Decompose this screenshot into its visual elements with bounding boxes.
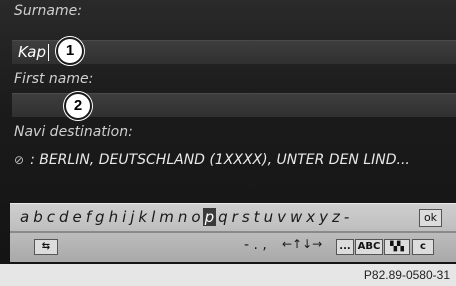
letter-key-k[interactable]: k xyxy=(136,208,149,226)
letter-key-n[interactable]: n xyxy=(176,208,190,226)
letter-key-b[interactable]: b xyxy=(31,208,45,226)
screen: Surname: Kap First name: Navi destinatio… xyxy=(0,0,456,264)
letter-key-u[interactable]: u xyxy=(262,208,276,226)
character-keyboard: abcdefghijklmnopqrstuvwxyz- ok ⇆ - . , ←… xyxy=(10,203,456,262)
keyboard-switch-icon[interactable]: ⇆ xyxy=(34,239,58,255)
letter-key-h[interactable]: h xyxy=(107,208,121,226)
navi-value: : BERLIN, DEUTSCHLAND (1XXXX), UNTER DEN… xyxy=(30,152,410,168)
letter-key-w[interactable]: w xyxy=(288,208,304,226)
letter-key-t[interactable]: t xyxy=(252,208,262,226)
navi-label: Navi destination: xyxy=(14,124,133,140)
numeric-keys-icon[interactable]: ▚▚ xyxy=(384,239,410,255)
text-cursor xyxy=(48,44,49,61)
letter-key-a[interactable]: a xyxy=(18,208,31,226)
ok-button[interactable]: ok xyxy=(419,209,442,227)
letter-key-r[interactable]: r xyxy=(230,208,240,226)
function-row: ⇆ - . , ←↑↓→ ... ABC ▚▚ c xyxy=(10,235,456,259)
punctuation-keys[interactable]: - . , xyxy=(244,237,267,253)
hyphen-key[interactable]: - xyxy=(342,208,351,226)
letter-key-x[interactable]: x xyxy=(304,208,317,226)
callout-1: 1 xyxy=(56,37,84,65)
callout-2: 2 xyxy=(64,92,92,120)
surname-value: Kap xyxy=(18,43,47,61)
keyboard-divider xyxy=(10,231,456,233)
letter-key-s[interactable]: s xyxy=(240,208,252,226)
abc-button[interactable]: ABC xyxy=(355,239,383,255)
navi-destination[interactable]: ⊘ : BERLIN, DEUTSCHLAND (1XXXX), UNTER DE… xyxy=(14,152,410,168)
figure-reference: P82.89-0580-31 xyxy=(363,268,450,282)
letter-key-c[interactable]: c xyxy=(45,208,57,226)
letter-key-o[interactable]: o xyxy=(189,208,202,226)
clear-button[interactable]: c xyxy=(412,239,434,255)
letter-key-g[interactable]: g xyxy=(93,208,107,226)
letter-key-z[interactable]: z xyxy=(330,208,342,226)
letter-key-q[interactable]: q xyxy=(216,208,230,226)
letter-key-y[interactable]: y xyxy=(317,208,330,226)
firstname-label: First name: xyxy=(14,71,94,87)
cursor-arrows-icon[interactable]: ←↑↓→ xyxy=(282,237,322,251)
destination-pin-icon: ⊘ xyxy=(14,153,25,167)
letter-key-f[interactable]: f xyxy=(84,208,93,226)
letter-key-e[interactable]: e xyxy=(71,208,84,226)
surname-label: Surname: xyxy=(14,3,82,19)
letter-key-j[interactable]: j xyxy=(128,208,136,226)
letter-key-v[interactable]: v xyxy=(275,208,288,226)
letter-key-m[interactable]: m xyxy=(157,208,176,226)
special-chars-button[interactable]: ... xyxy=(336,239,354,255)
letter-key-l[interactable]: l xyxy=(149,208,157,226)
letter-key-p[interactable]: p xyxy=(202,208,217,226)
letter-key-i[interactable]: i xyxy=(120,208,128,226)
letter-row: abcdefghijklmnopqrstuvwxyz- xyxy=(18,208,351,226)
letter-key-d[interactable]: d xyxy=(57,208,71,226)
